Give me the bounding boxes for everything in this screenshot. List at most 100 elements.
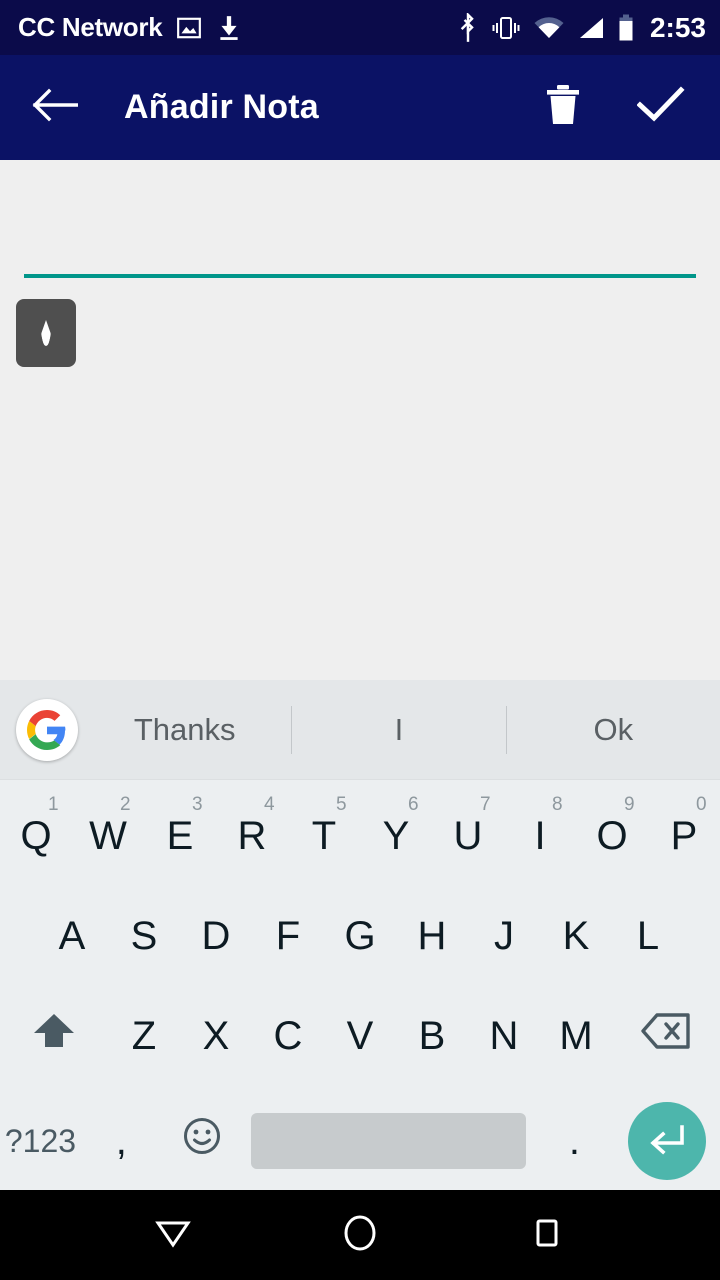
key-r-label: R — [237, 813, 267, 858]
period-key[interactable]: . — [534, 1086, 615, 1196]
emoji-key[interactable] — [162, 1086, 243, 1196]
keyboard-row-4: ?123 , . — [0, 1086, 720, 1196]
nav-recents-square-icon — [525, 1211, 569, 1260]
suggestion-item-0[interactable]: Thanks — [78, 680, 291, 779]
key-x[interactable]: X — [180, 986, 252, 1086]
key-y-number: 6 — [408, 794, 419, 815]
key-u[interactable]: 7U — [432, 786, 504, 886]
key-y[interactable]: 6Y — [360, 786, 432, 886]
status-bar: CC Network 2:53 — [0, 0, 720, 55]
key-v[interactable]: V — [324, 986, 396, 1086]
backspace-key[interactable] — [612, 986, 720, 1086]
cursor-drop-shape — [41, 320, 51, 346]
back-button[interactable] — [28, 81, 82, 135]
key-e[interactable]: 3E — [144, 786, 216, 886]
status-bar-left: CC Network — [18, 12, 458, 43]
nav-recents-button[interactable] — [507, 1195, 587, 1275]
space-key-surface — [250, 1113, 526, 1169]
enter-key[interactable] — [615, 1102, 720, 1180]
trash-icon — [544, 83, 582, 132]
wifi-icon — [534, 16, 564, 40]
key-o-label: O — [596, 813, 628, 858]
google-g-icon[interactable] — [16, 698, 78, 761]
key-l[interactable]: L — [612, 886, 684, 986]
enter-return-icon — [645, 1119, 689, 1164]
key-w[interactable]: 2W — [72, 786, 144, 886]
shift-key[interactable] — [0, 986, 108, 1086]
key-h[interactable]: H — [396, 886, 468, 986]
keyboard-row-2: A S D F G H J K L — [0, 886, 720, 986]
image-icon — [176, 15, 202, 41]
key-i-number: 8 — [552, 794, 563, 815]
key-q-label: Q — [20, 813, 52, 858]
back-arrow-icon — [32, 87, 79, 128]
keyboard-row-3: Z X C V B N M — [0, 986, 720, 1086]
vibrate-icon — [491, 15, 521, 41]
key-d[interactable]: D — [180, 886, 252, 986]
key-i-label: I — [534, 813, 546, 858]
key-n[interactable]: N — [468, 986, 540, 1086]
app-bar: Añadir Nota — [0, 55, 720, 160]
shift-up-arrow-icon — [31, 1008, 77, 1064]
nav-home-button[interactable] — [320, 1195, 400, 1275]
note-text-input[interactable] — [24, 220, 696, 280]
key-u-label: U — [453, 813, 483, 858]
delete-note-button[interactable] — [532, 77, 594, 139]
nav-home-circle-icon — [338, 1211, 382, 1260]
suggestion-item-2[interactable]: Ok — [507, 680, 720, 779]
key-j[interactable]: J — [468, 886, 540, 986]
key-k[interactable]: K — [540, 886, 612, 986]
save-note-button[interactable] — [630, 77, 692, 139]
suggestion-strip: Thanks I Ok — [0, 680, 720, 780]
nav-back-button[interactable] — [133, 1195, 213, 1275]
keyboard-row-1: 1Q 2W 3E 4R 5T 6Y 7U 8I 9O 0P — [0, 786, 720, 886]
backspace-icon — [640, 1011, 692, 1061]
key-b[interactable]: B — [396, 986, 468, 1086]
key-y-label: Y — [382, 813, 410, 858]
page-title: Añadir Nota — [124, 88, 319, 126]
on-screen-keyboard: Thanks I Ok 1Q 2W 3E 4R 5T 6Y 7U 8I 9O 0… — [0, 680, 720, 1190]
key-s[interactable]: S — [108, 886, 180, 986]
key-g[interactable]: G — [324, 886, 396, 986]
key-o-number: 9 — [624, 794, 635, 815]
key-p-label: P — [670, 813, 698, 858]
key-r-number: 4 — [264, 794, 275, 815]
key-p[interactable]: 0P — [648, 786, 720, 886]
key-m[interactable]: M — [540, 986, 612, 1086]
key-a[interactable]: A — [36, 886, 108, 986]
symbols-key[interactable]: ?123 — [0, 1086, 81, 1196]
key-e-label: E — [166, 813, 194, 858]
key-u-number: 7 — [480, 794, 491, 815]
cellular-signal-icon — [577, 16, 605, 40]
enter-key-surface — [628, 1102, 707, 1180]
suggestion-item-1[interactable]: I — [292, 680, 505, 779]
carrier-label: CC Network — [18, 12, 163, 42]
clock-label: 2:53 — [649, 11, 706, 43]
key-q[interactable]: 1Q — [0, 786, 72, 886]
key-q-number: 1 — [48, 794, 59, 815]
key-f[interactable]: F — [252, 886, 324, 986]
key-t[interactable]: 5T — [288, 786, 360, 886]
suggestion-list: Thanks I Ok — [78, 680, 720, 779]
key-e-number: 3 — [192, 794, 203, 815]
text-cursor-handle-icon[interactable] — [16, 299, 76, 367]
note-input-underline — [24, 274, 696, 278]
key-o[interactable]: 9O — [576, 786, 648, 886]
key-w-label: W — [89, 813, 127, 858]
emoji-smiley-icon — [180, 1114, 224, 1168]
key-z[interactable]: Z — [108, 986, 180, 1086]
key-r[interactable]: 4R — [216, 786, 288, 886]
check-icon — [636, 85, 685, 130]
battery-icon — [618, 14, 634, 42]
space-key[interactable] — [243, 1091, 534, 1191]
key-c[interactable]: C — [252, 986, 324, 1086]
keyboard-rows: 1Q 2W 3E 4R 5T 6Y 7U 8I 9O 0P A S D F G … — [0, 780, 720, 1196]
bluetooth-icon — [458, 12, 478, 43]
navigation-bar — [0, 1190, 720, 1280]
key-i[interactable]: 8I — [504, 786, 576, 886]
comma-key[interactable]: , — [81, 1086, 162, 1196]
key-t-label: T — [311, 813, 337, 858]
key-w-number: 2 — [120, 794, 131, 815]
nav-back-triangle-icon — [151, 1213, 195, 1258]
key-p-number: 0 — [696, 794, 707, 815]
